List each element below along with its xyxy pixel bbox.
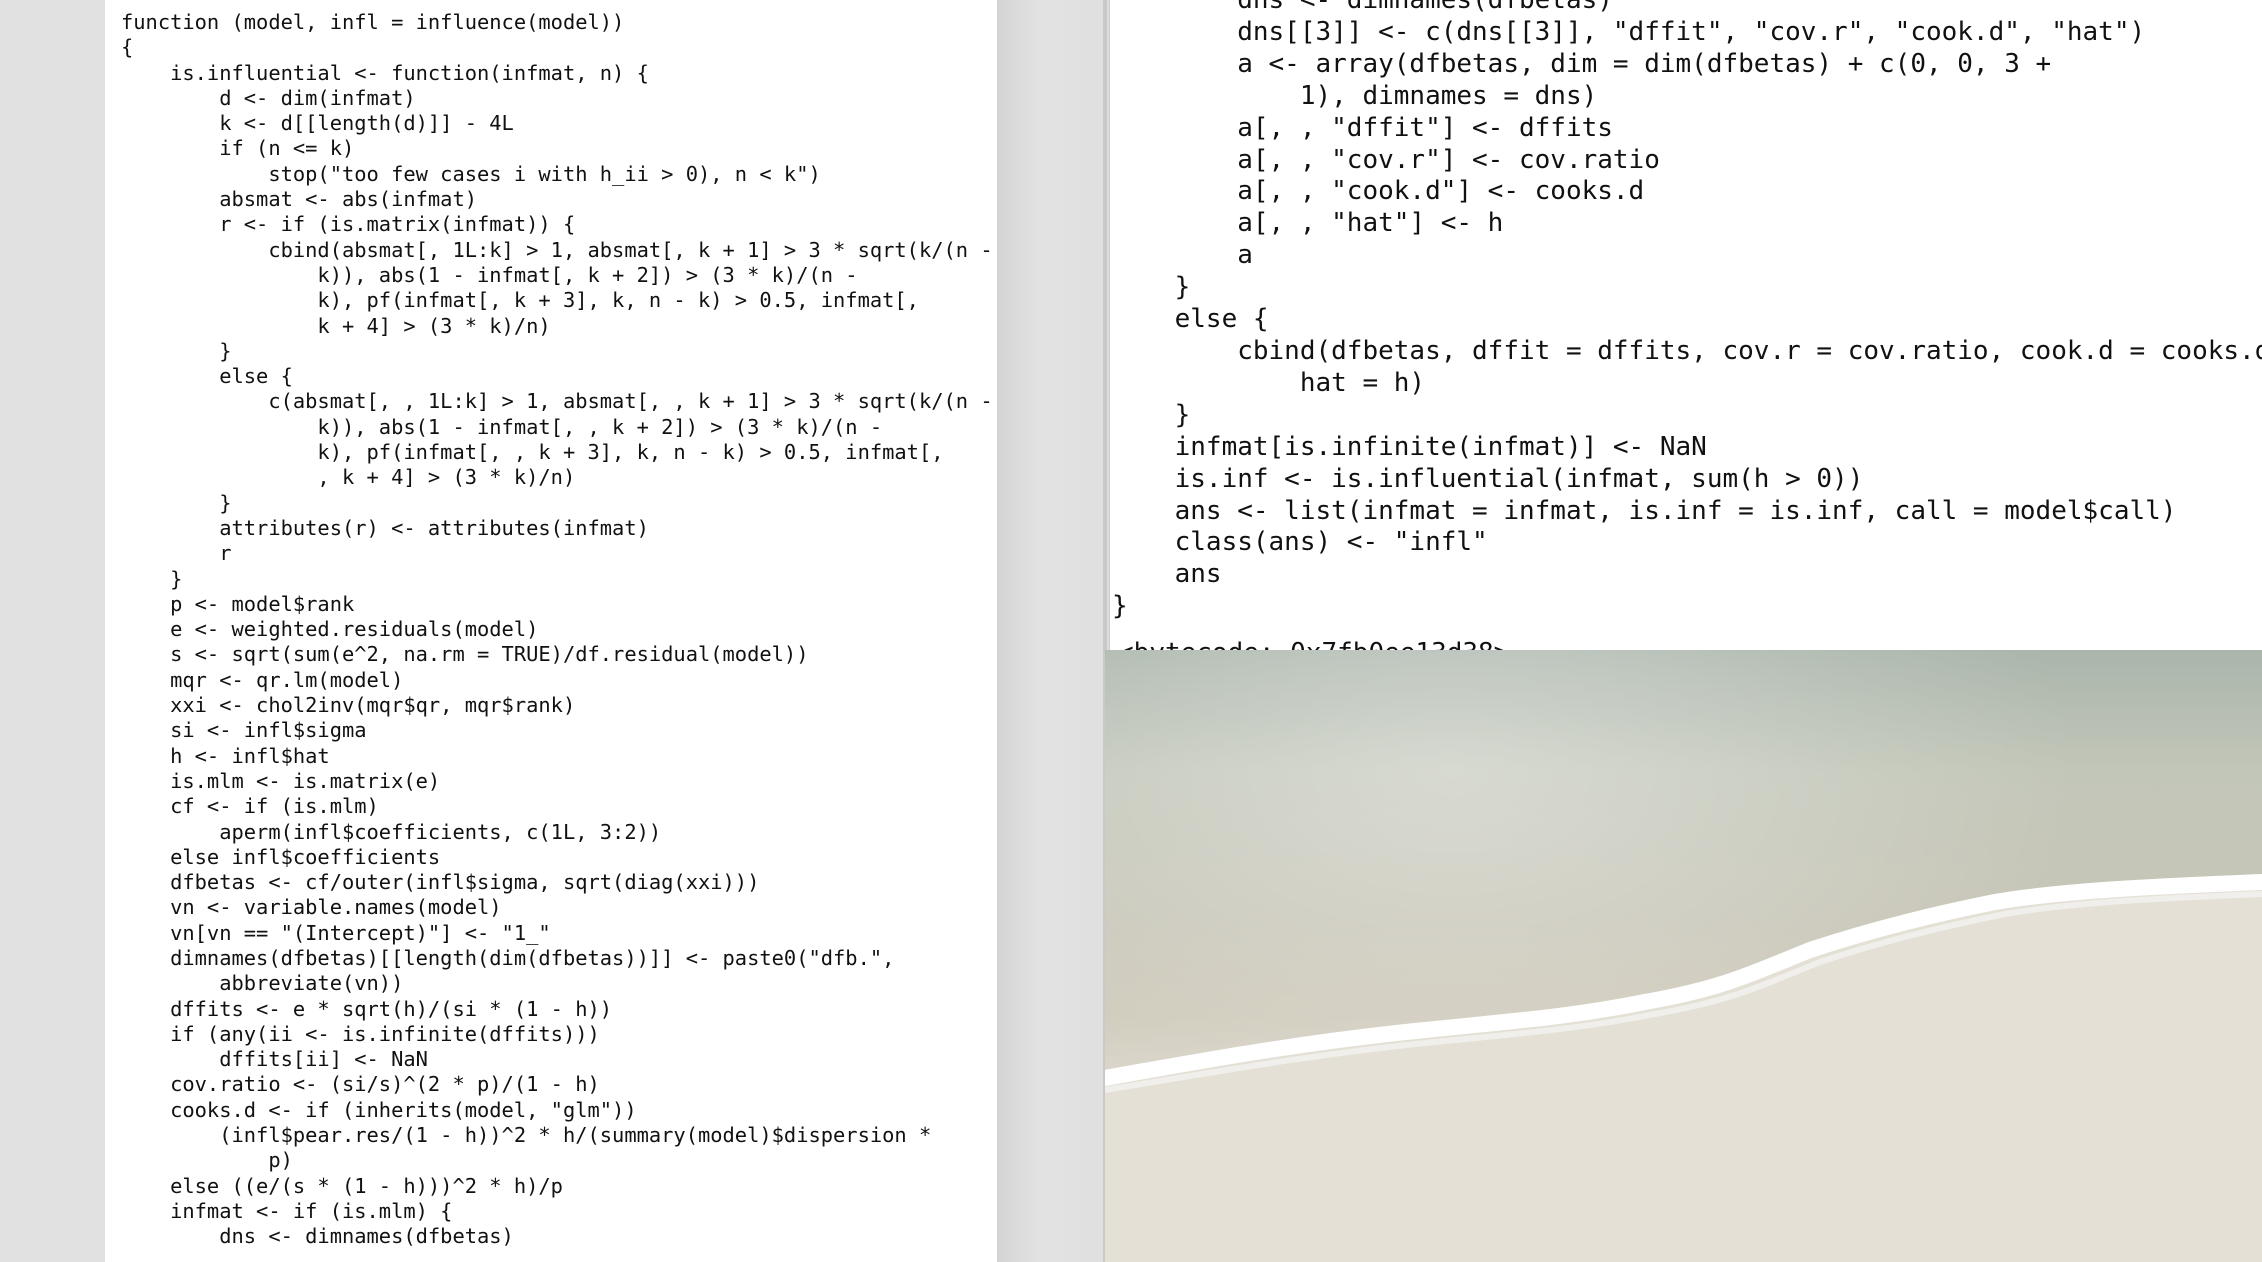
bytecode-line: <bytecode: 0x7fb0ee13d38>: [1118, 640, 1509, 650]
left-code-editor[interactable]: function (model, infl = influence(model)…: [105, 0, 997, 1262]
partial-cut-off-line: <bytecode: 0x7fb0ee13d38>: [1110, 640, 2262, 650]
wave-shoreline-graphic: [1105, 874, 2262, 1262]
window-gap: [997, 0, 1104, 1262]
right-code-text: dns <- dimnames(dfbetas) dns[[3]] <- c(d…: [1112, 0, 2262, 622]
left-code-text: function (model, infl = influence(model)…: [121, 10, 993, 1249]
right-code-editor[interactable]: dns <- dimnames(dfbetas) dns[[3]] <- c(d…: [1109, 0, 2262, 650]
desktop-wallpaper: [1105, 650, 2262, 1262]
left-window-gutter: [0, 0, 105, 1262]
